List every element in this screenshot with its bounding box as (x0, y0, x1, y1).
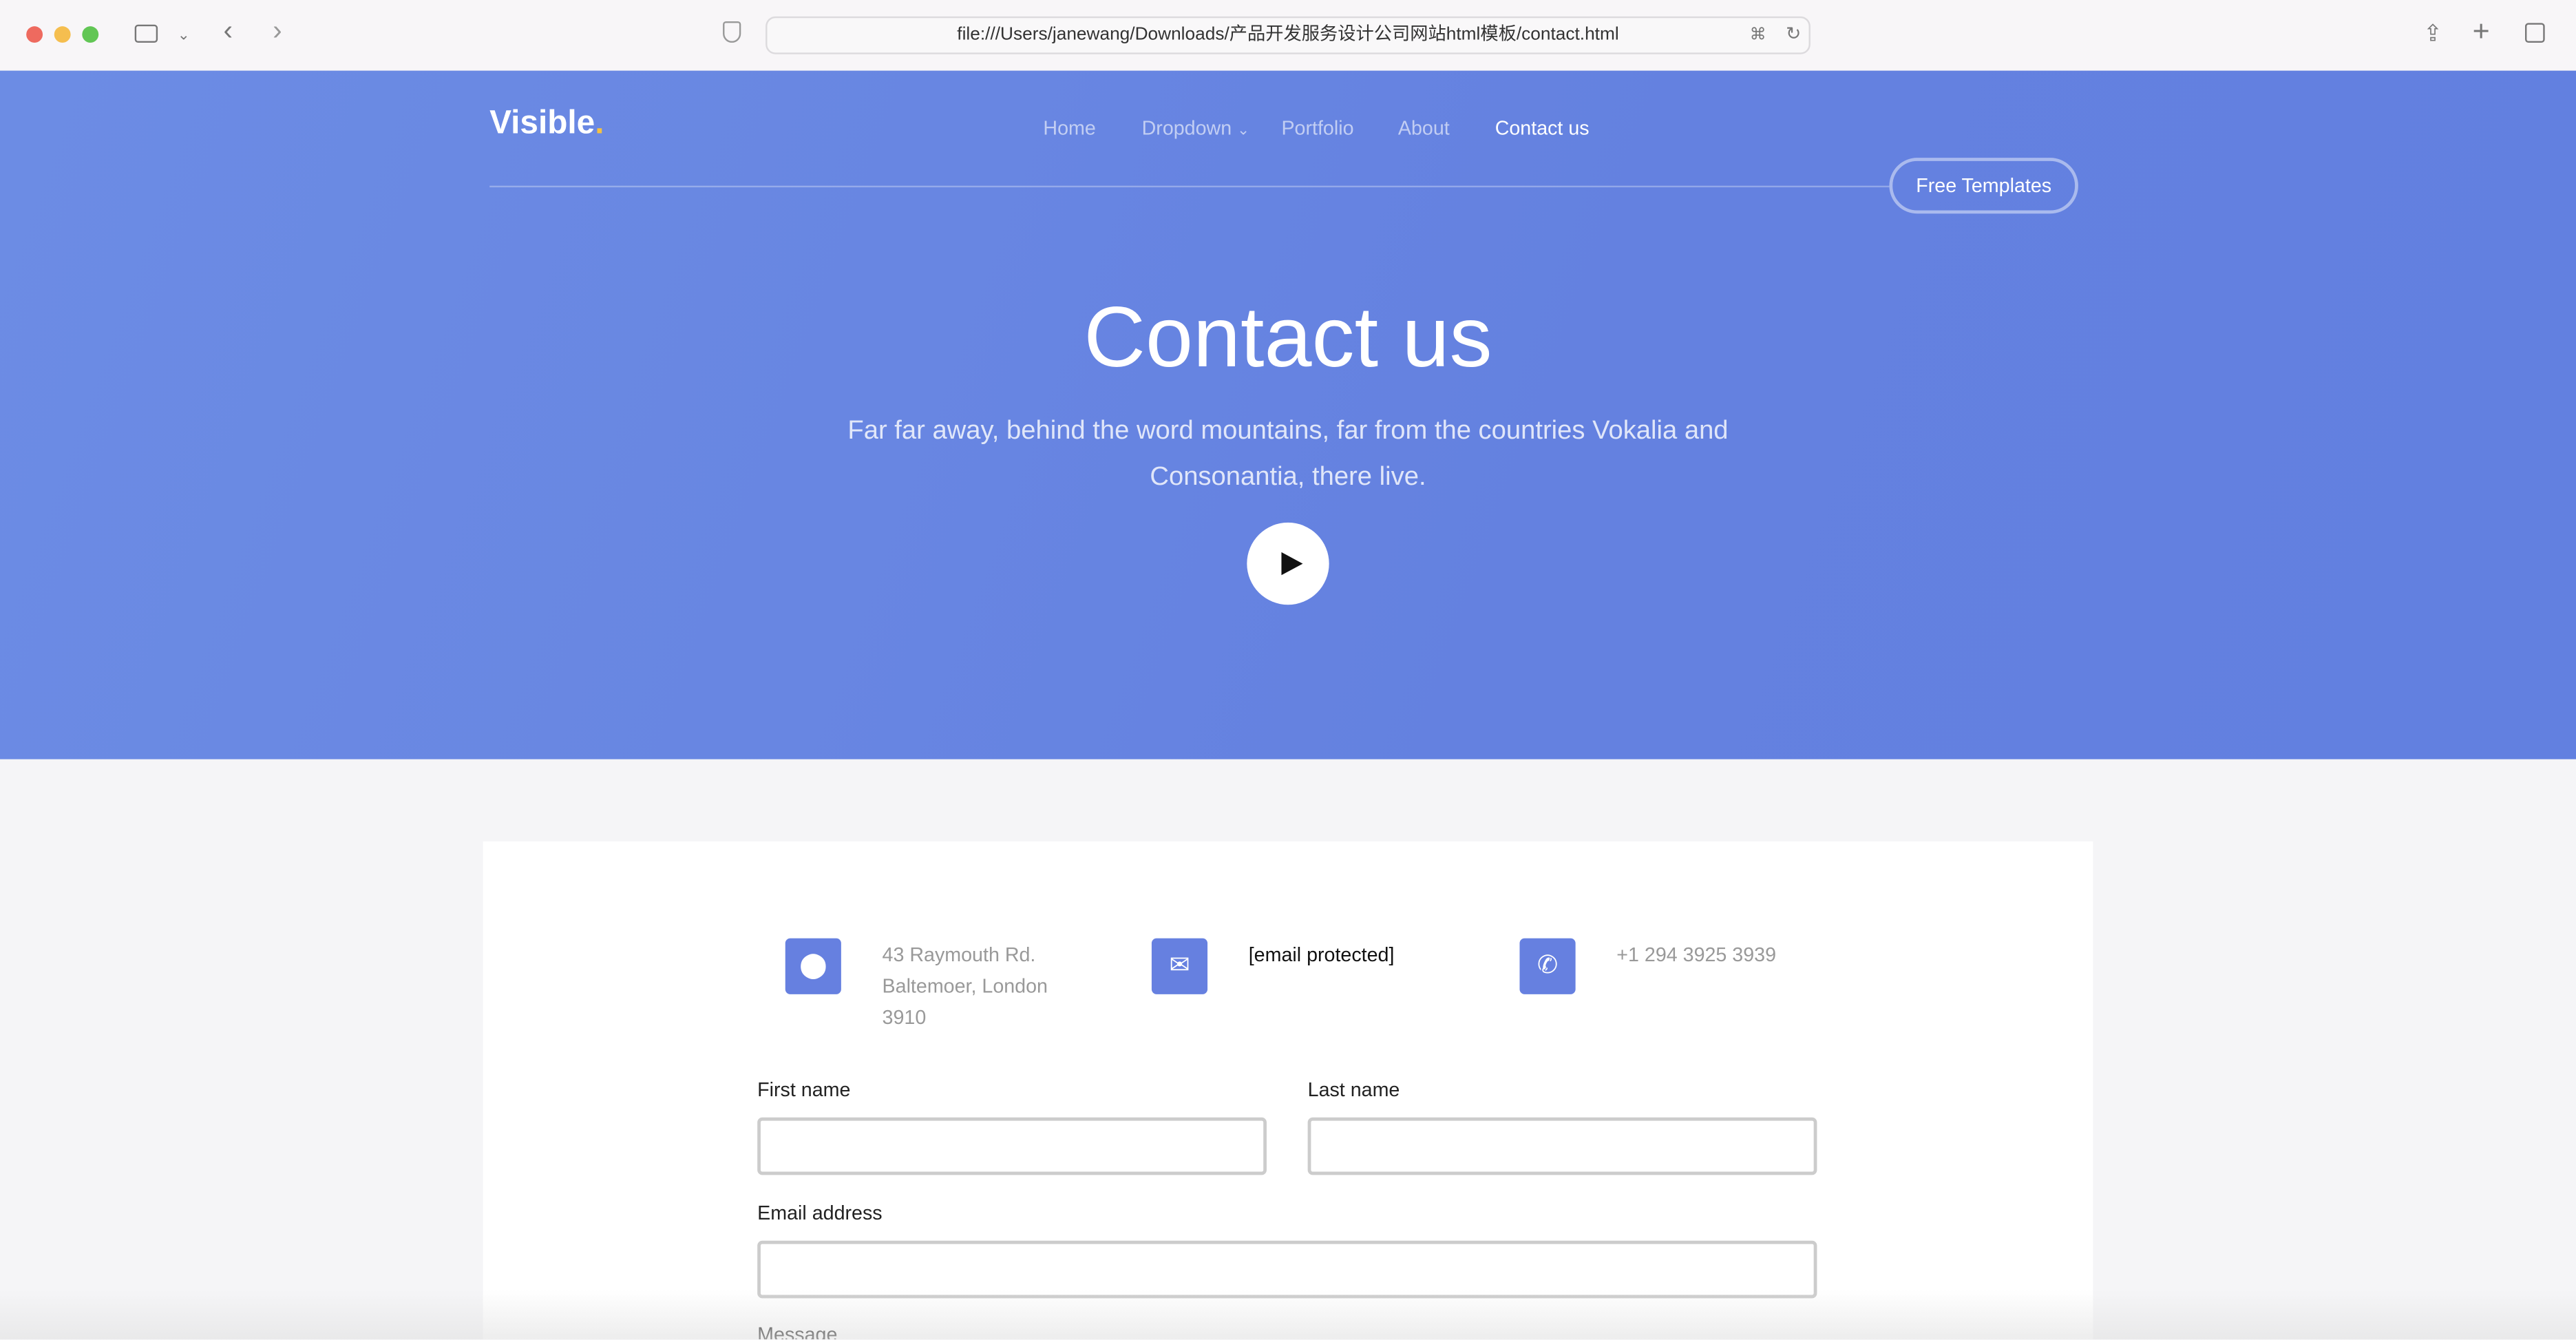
first-name-input[interactable] (757, 1117, 1267, 1175)
tab-overview-icon[interactable] (2525, 23, 2545, 43)
url-text: file:///Users/janewang/Downloads/产品开发服务设… (957, 24, 1619, 45)
sidebar-icon[interactable] (134, 24, 158, 43)
address: 43 Raymouth Rd. Baltemoer, London 3910 (882, 943, 1048, 1029)
share-icon[interactable]: ⇪ (2423, 18, 2442, 48)
logo-dot: . (595, 105, 604, 142)
nav-home[interactable]: Home (1043, 116, 1095, 139)
address-bar[interactable]: file:///Users/janewang/Downloads/产品开发服务设… (766, 16, 1810, 54)
play-video-button[interactable] (1247, 522, 1329, 605)
nav-about[interactable]: About (1398, 116, 1450, 139)
message-label: Message (757, 1323, 838, 1339)
hero-subtitle: Far far away, behind the word mountains,… (847, 417, 1729, 492)
email-label: Email address (757, 1201, 883, 1224)
email-input[interactable] (757, 1240, 1817, 1299)
chevron-down-icon[interactable]: ⌄ (178, 20, 190, 50)
minimize-window-button[interactable] (54, 26, 71, 43)
translate-icon[interactable]: ⌘ (1750, 21, 1766, 51)
new-tab-icon[interactable]: + (2473, 17, 2490, 46)
browser-toolbar: ⌄ ‹ › file:///Users/janewang/Downloads/产… (0, 0, 2576, 73)
nav-dropdown[interactable]: Dropdown ⌄ (1142, 116, 1250, 139)
nav-divider (489, 185, 1890, 188)
email-link[interactable]: [email protected] (1249, 940, 1395, 971)
shield-icon[interactable] (723, 21, 741, 43)
nav-portfolio[interactable]: Portfolio (1281, 116, 1353, 139)
chevron-down-icon: ⌄ (1237, 121, 1250, 138)
envelope-icon: ✉ (1151, 938, 1208, 994)
reload-icon[interactable]: ↻ (1786, 20, 1801, 50)
first-name-label: First name (757, 1078, 851, 1101)
phone-icon: ✆ (1519, 938, 1576, 994)
map-pin-icon: ⬤ (785, 938, 841, 994)
nav-contact[interactable]: Contact us (1495, 116, 1590, 139)
last-name-label: Last name (1307, 1078, 1400, 1101)
forward-icon[interactable]: › (273, 16, 282, 46)
back-icon[interactable]: ‹ (224, 16, 233, 46)
logo[interactable]: Visible. (489, 105, 604, 143)
page-title: Contact us (1084, 291, 1492, 386)
zoom-window-button[interactable] (82, 26, 99, 43)
last-name-input[interactable] (1307, 1117, 1817, 1175)
free-templates-button[interactable]: Free Templates (1889, 158, 2078, 214)
close-window-button[interactable] (26, 26, 43, 43)
phone-number: +1 294 3925 3939 (1616, 943, 1777, 967)
